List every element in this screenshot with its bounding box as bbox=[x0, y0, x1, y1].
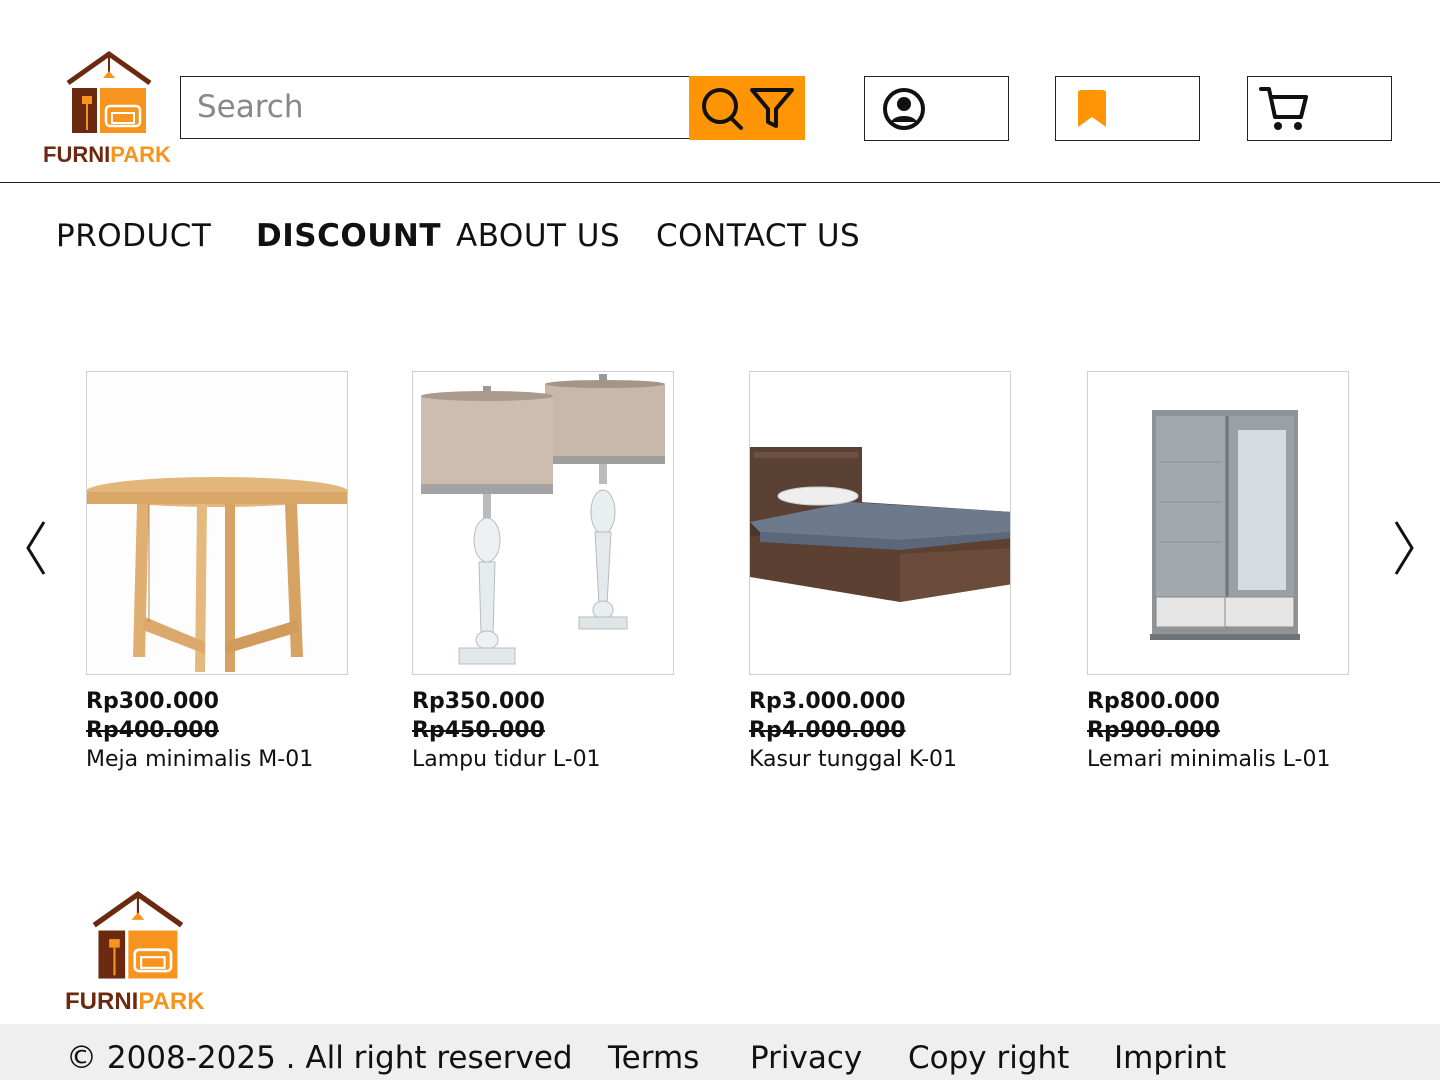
header-divider bbox=[0, 182, 1440, 183]
footer-link-privacy[interactable]: Privacy bbox=[750, 1040, 862, 1076]
search-bar bbox=[180, 76, 690, 139]
product-image-table[interactable] bbox=[86, 371, 348, 675]
footer-link-imprint[interactable]: Imprint bbox=[1114, 1040, 1226, 1076]
product-old-price: Rp4.000.000 bbox=[749, 718, 906, 743]
search-icon bbox=[702, 88, 743, 130]
cart-button[interactable] bbox=[1247, 76, 1392, 141]
user-circle-icon bbox=[883, 88, 925, 130]
product-price: Rp3.000.000 bbox=[749, 689, 906, 714]
nav-product[interactable]: PRODUCT bbox=[56, 218, 211, 254]
product-old-price: Rp450.000 bbox=[412, 718, 545, 743]
house-logo-icon bbox=[66, 50, 152, 133]
bed-illustration bbox=[750, 372, 1010, 674]
product-image-bed[interactable] bbox=[749, 371, 1011, 675]
wardrobe-illustration bbox=[1088, 372, 1348, 674]
product-name[interactable]: Lampu tidur L-01 bbox=[412, 745, 674, 774]
table-lamps-illustration bbox=[413, 372, 673, 674]
cart-icon bbox=[1259, 87, 1308, 130]
product-card[interactable]: Rp350.000 Rp450.000 Lampu tidur L-01 bbox=[412, 371, 674, 774]
product-old-price: Rp900.000 bbox=[1087, 718, 1220, 743]
account-button[interactable] bbox=[864, 76, 1009, 141]
product-price: Rp350.000 bbox=[412, 689, 545, 714]
footer-link-terms[interactable]: Terms bbox=[608, 1040, 699, 1076]
round-table-illustration bbox=[87, 372, 347, 674]
bookmark-icon bbox=[1078, 90, 1106, 127]
chevron-left-icon[interactable] bbox=[22, 518, 52, 578]
footer-copyright: © 2008-2025 . All right reserved bbox=[66, 1040, 573, 1076]
product-price: Rp800.000 bbox=[1087, 689, 1220, 714]
product-name[interactable]: Lemari minimalis L-01 bbox=[1087, 745, 1349, 774]
brand-logo[interactable]: FURNIPARK bbox=[42, 50, 178, 168]
filter-icon bbox=[750, 88, 794, 128]
search-filter-button[interactable] bbox=[689, 76, 805, 140]
product-name[interactable]: Meja minimalis M-01 bbox=[86, 745, 348, 774]
bookmark-button[interactable] bbox=[1055, 76, 1200, 141]
footer-link-copy-right[interactable]: Copy right bbox=[908, 1040, 1069, 1076]
product-image-wardrobe[interactable] bbox=[1087, 371, 1349, 675]
product-card[interactable]: Rp800.000 Rp900.000 Lemari minimalis L-0… bbox=[1087, 371, 1349, 774]
product-card[interactable]: Rp300.000 Rp400.000 Meja minimalis M-01 bbox=[86, 371, 348, 774]
product-name[interactable]: Kasur tunggal K-01 bbox=[749, 745, 1011, 774]
brand-wordmark: FURNIPARK bbox=[43, 142, 171, 167]
product-old-price: Rp400.000 bbox=[86, 718, 219, 743]
footer-brand-wordmark: FURNIPARK bbox=[65, 988, 205, 1015]
chevron-right-icon[interactable] bbox=[1388, 518, 1418, 578]
product-price: Rp300.000 bbox=[86, 689, 219, 714]
nav-contact-us[interactable]: CONTACT US bbox=[656, 218, 860, 254]
product-image-lamps[interactable] bbox=[412, 371, 674, 675]
footer-brand-logo[interactable]: FURNIPARK bbox=[64, 890, 214, 1018]
product-card[interactable]: Rp3.000.000 Rp4.000.000 Kasur tunggal K-… bbox=[749, 371, 1011, 774]
search-input[interactable] bbox=[197, 77, 677, 137]
nav-about-us[interactable]: ABOUT US bbox=[456, 218, 620, 254]
nav-discount[interactable]: DISCOUNT bbox=[256, 218, 441, 254]
house-logo-icon bbox=[92, 891, 184, 979]
